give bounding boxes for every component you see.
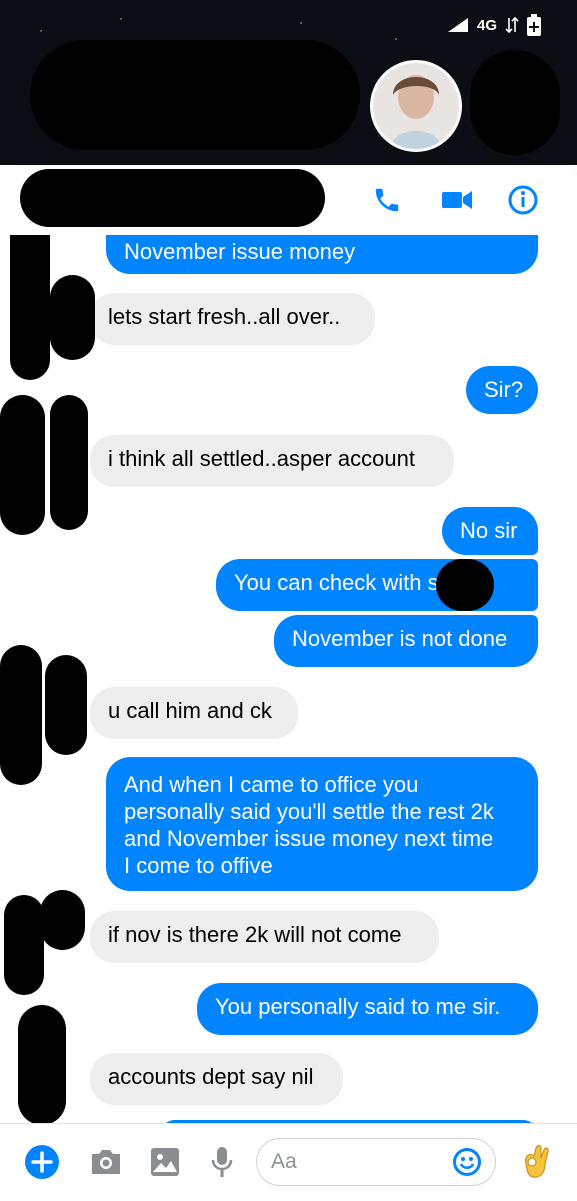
- composer-bar: Aa: [0, 1123, 577, 1201]
- message-incoming[interactable]: u call him and ck: [90, 687, 298, 739]
- microphone-icon[interactable]: [204, 1144, 240, 1180]
- message-outgoing[interactable]: No sir: [442, 507, 538, 555]
- message-input[interactable]: Aa: [256, 1138, 496, 1186]
- video-camera-icon[interactable]: [440, 183, 474, 217]
- data-transfer-icon: [505, 17, 519, 33]
- ok-hand-icon[interactable]: [518, 1144, 554, 1180]
- message-line: And when I came to office you: [124, 772, 419, 797]
- redaction-mark: [10, 235, 50, 380]
- plus-icon[interactable]: [24, 1144, 60, 1180]
- info-icon[interactable]: [506, 183, 540, 217]
- message-line: personally said you'll settle the rest 2…: [124, 799, 494, 824]
- contact-avatar[interactable]: [370, 60, 462, 152]
- battery-icon: [527, 14, 541, 36]
- message-input-placeholder: Aa: [271, 1150, 297, 1173]
- message-outgoing[interactable]: November is not done: [274, 615, 538, 667]
- redaction-mark: [470, 50, 560, 155]
- network-label: 4G: [476, 16, 497, 34]
- redaction-mark: [50, 275, 95, 360]
- message-incoming[interactable]: i think all settled..asper account: [90, 435, 454, 487]
- message-incoming[interactable]: accounts dept say nil: [90, 1053, 343, 1105]
- emoji-icon[interactable]: [451, 1146, 483, 1183]
- message-incoming[interactable]: lets start fresh..all over..: [90, 293, 375, 345]
- redaction-mark: [18, 1005, 66, 1123]
- redaction-mark: [40, 890, 85, 950]
- image-icon[interactable]: [147, 1144, 183, 1180]
- camera-icon[interactable]: [88, 1144, 124, 1180]
- redaction-mark: [0, 645, 42, 785]
- redaction-mark: [45, 655, 87, 755]
- redaction-mark: [20, 169, 325, 227]
- redaction-mark: [0, 395, 45, 535]
- message-line: and November issue money next time: [124, 826, 494, 851]
- phone-icon[interactable]: [370, 183, 404, 217]
- conversation-header: [0, 165, 577, 235]
- status-icons: 4G: [447, 14, 541, 36]
- redaction-mark: [436, 559, 494, 611]
- message-outgoing[interactable]: You personally said to me sir.: [197, 983, 538, 1035]
- avatar-photo: [373, 63, 459, 149]
- redaction-mark: [30, 40, 360, 150]
- message-incoming[interactable]: if nov is there 2k will not come: [90, 911, 439, 963]
- redaction-mark: [4, 895, 44, 995]
- signal-icon: [447, 18, 468, 32]
- message-outgoing[interactable]: November issue money: [106, 235, 538, 274]
- message-outgoing[interactable]: Sir?: [466, 366, 538, 414]
- message-thread[interactable]: November issue money lets start fresh..a…: [0, 235, 577, 1123]
- message-outgoing[interactable]: And when I came to office you personally…: [106, 757, 538, 891]
- redaction-mark: [50, 395, 88, 530]
- message-line: I come to offive: [124, 853, 273, 878]
